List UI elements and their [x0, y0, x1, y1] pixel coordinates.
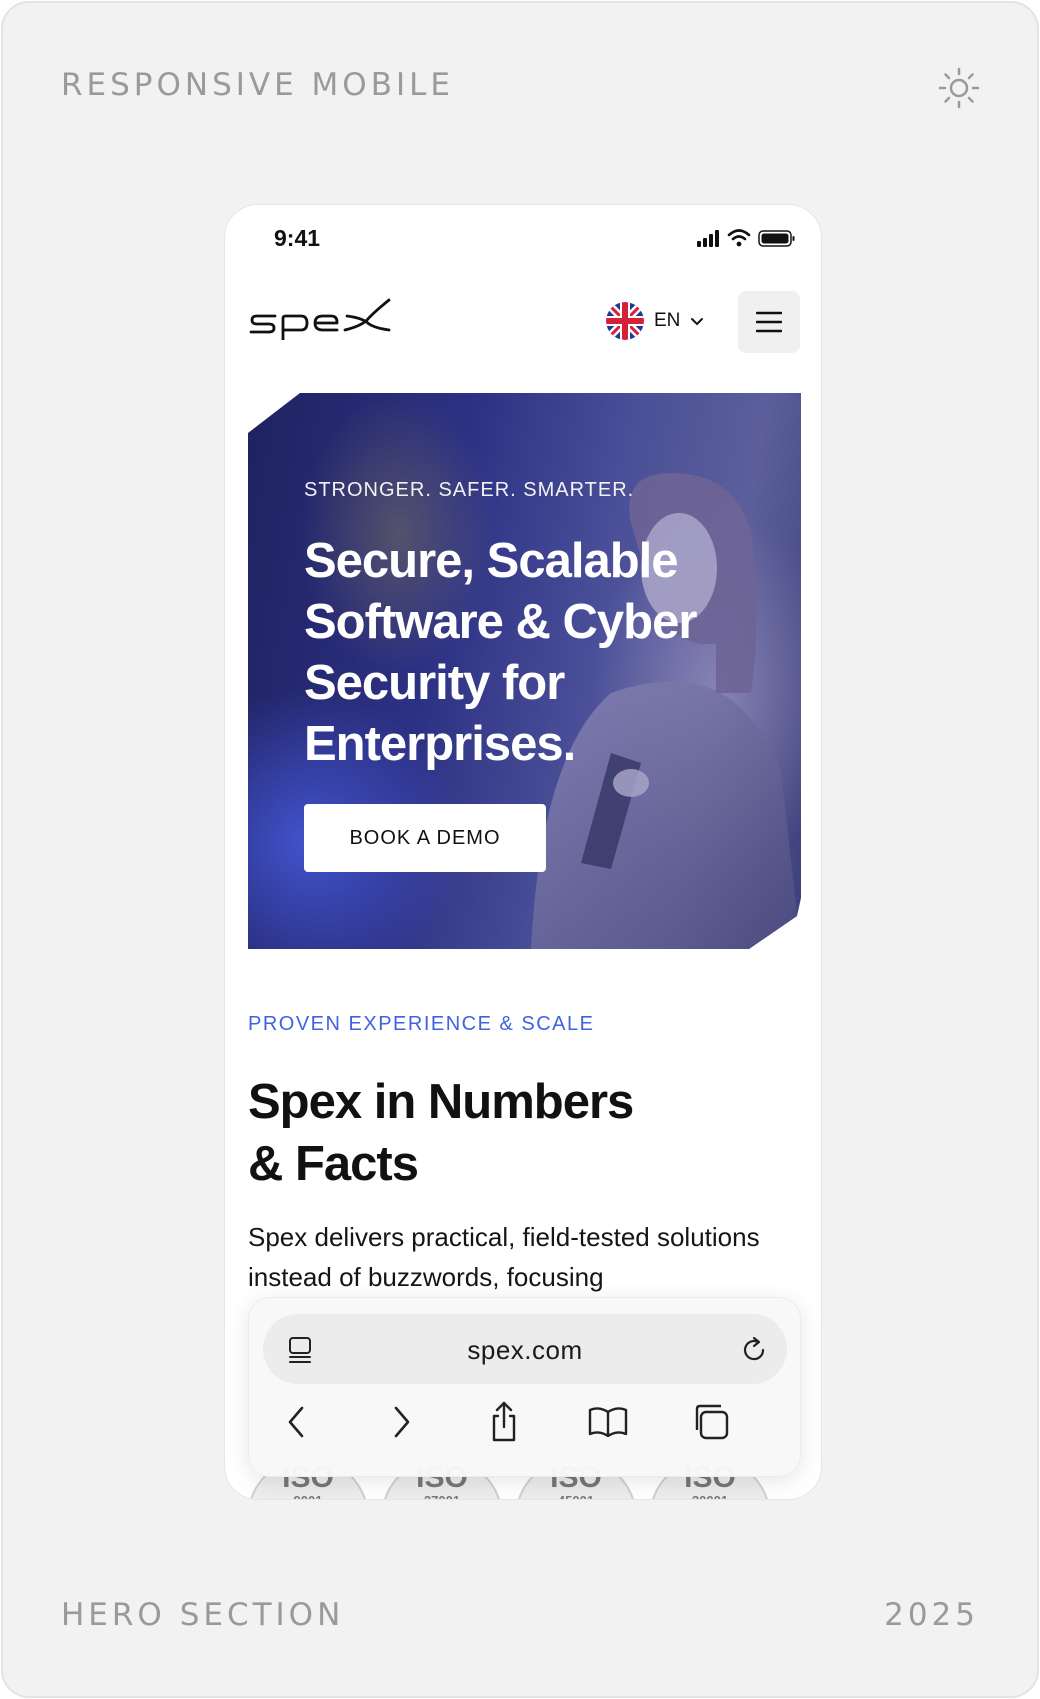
sun-icon[interactable]: [938, 67, 980, 109]
iso-badge-number: 9001: [249, 1493, 367, 1499]
bottom-left-label: HERO SECTION: [61, 1597, 345, 1633]
hero-title-line-1: Secure, Scalable: [304, 534, 679, 588]
top-left-label: RESPONSIVE MOBILE: [61, 67, 454, 103]
address-bar[interactable]: spex.com: [263, 1314, 787, 1384]
share-icon[interactable]: [482, 1400, 526, 1444]
spex-logo[interactable]: [249, 296, 391, 340]
hero-title-line-3-rest: for: [489, 656, 565, 710]
iso-badge-number: 45001: [517, 1493, 635, 1499]
tabs-icon[interactable]: [689, 1400, 733, 1444]
bottom-right-label: 2025: [884, 1597, 979, 1633]
site-header: EN: [225, 269, 821, 369]
book-demo-button[interactable]: BOOK A DEMO: [304, 804, 546, 872]
status-time: 9:41: [274, 225, 321, 251]
hero-title-line-2: Software & Cyber: [304, 595, 697, 649]
url-text: spex.com: [467, 1335, 583, 1365]
showcase-card: RESPONSIVE MOBILE HERO SECTION 2025 9:41: [1, 1, 1039, 1698]
menu-icon: [756, 311, 782, 333]
status-icons: [697, 229, 795, 247]
bookmarks-icon[interactable]: [586, 1400, 630, 1444]
back-icon[interactable]: [275, 1400, 319, 1444]
section-body-text: Spex delivers practical, field-tested so…: [248, 1222, 760, 1292]
forward-icon[interactable]: [379, 1400, 423, 1444]
signal-icon: [697, 230, 719, 247]
hero-eyebrow: STRONGER. SAFER. SMARTER.: [304, 479, 635, 501]
hero-banner: STRONGER. SAFER. SMARTER. Secure, Scalab…: [248, 393, 801, 949]
hamburger-menu-button[interactable]: [738, 291, 800, 353]
section-title-line-2: & Facts: [248, 1137, 419, 1191]
section-title-bold: Spex: [248, 1075, 362, 1129]
section-title: Spex in Numbers & Facts: [248, 1071, 698, 1195]
hero-title: Secure, Scalable Software & Cyber Securi…: [304, 531, 784, 775]
wifi-icon: [727, 229, 751, 241]
battery-icon: [758, 230, 795, 247]
iso-badge-number: 20001: [651, 1493, 769, 1499]
phone-mockup: 9:41 EN STRONGER. SAFER. SMARTER. Secure…: [224, 204, 822, 1500]
section-eyebrow: PROVEN EXPERIENCE & SCALE: [248, 1013, 595, 1035]
uk-flag-icon: [606, 302, 644, 340]
hero-title-line-3-bold: Security: [304, 656, 490, 710]
browser-toolbar: spex.com: [248, 1297, 801, 1477]
language-selector[interactable]: EN: [606, 301, 704, 341]
hero-title-line-4: Enterprises.: [304, 717, 576, 771]
language-label: EN: [654, 310, 681, 331]
chevron-down-icon: [691, 318, 704, 326]
section-title-rest: in Numbers: [361, 1075, 635, 1129]
reload-icon[interactable]: [739, 1335, 769, 1365]
iso-badge-number: 27001: [383, 1493, 501, 1499]
status-bar: 9:41: [225, 205, 821, 269]
